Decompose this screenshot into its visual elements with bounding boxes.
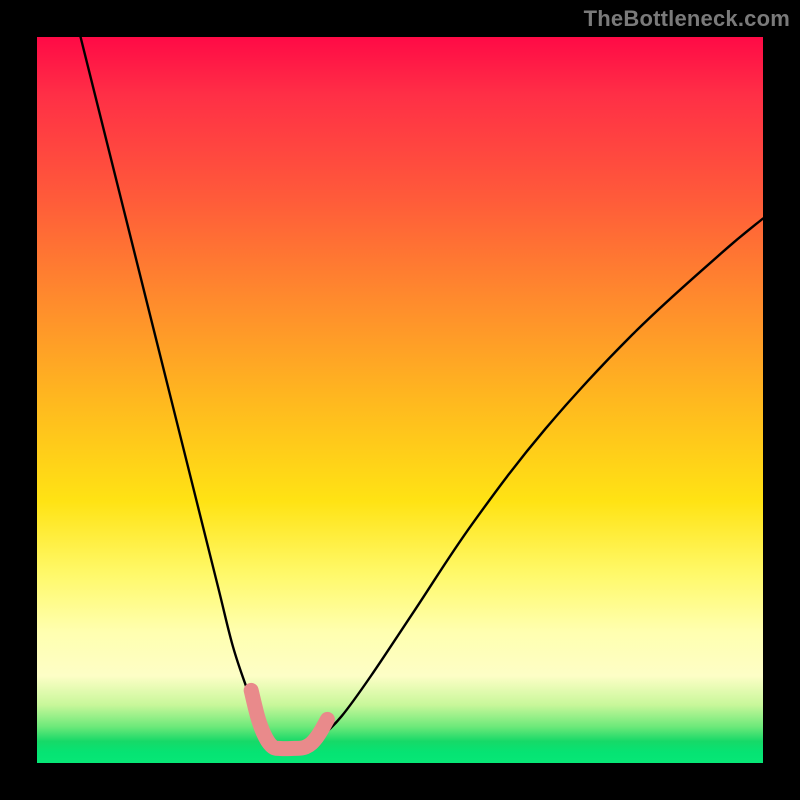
optimal-range-highlight: [251, 690, 327, 748]
chart-svg: [37, 37, 763, 763]
outer-frame: TheBottleneck.com: [0, 0, 800, 800]
bottleneck-curve: [81, 37, 763, 749]
watermark-text: TheBottleneck.com: [584, 6, 790, 32]
